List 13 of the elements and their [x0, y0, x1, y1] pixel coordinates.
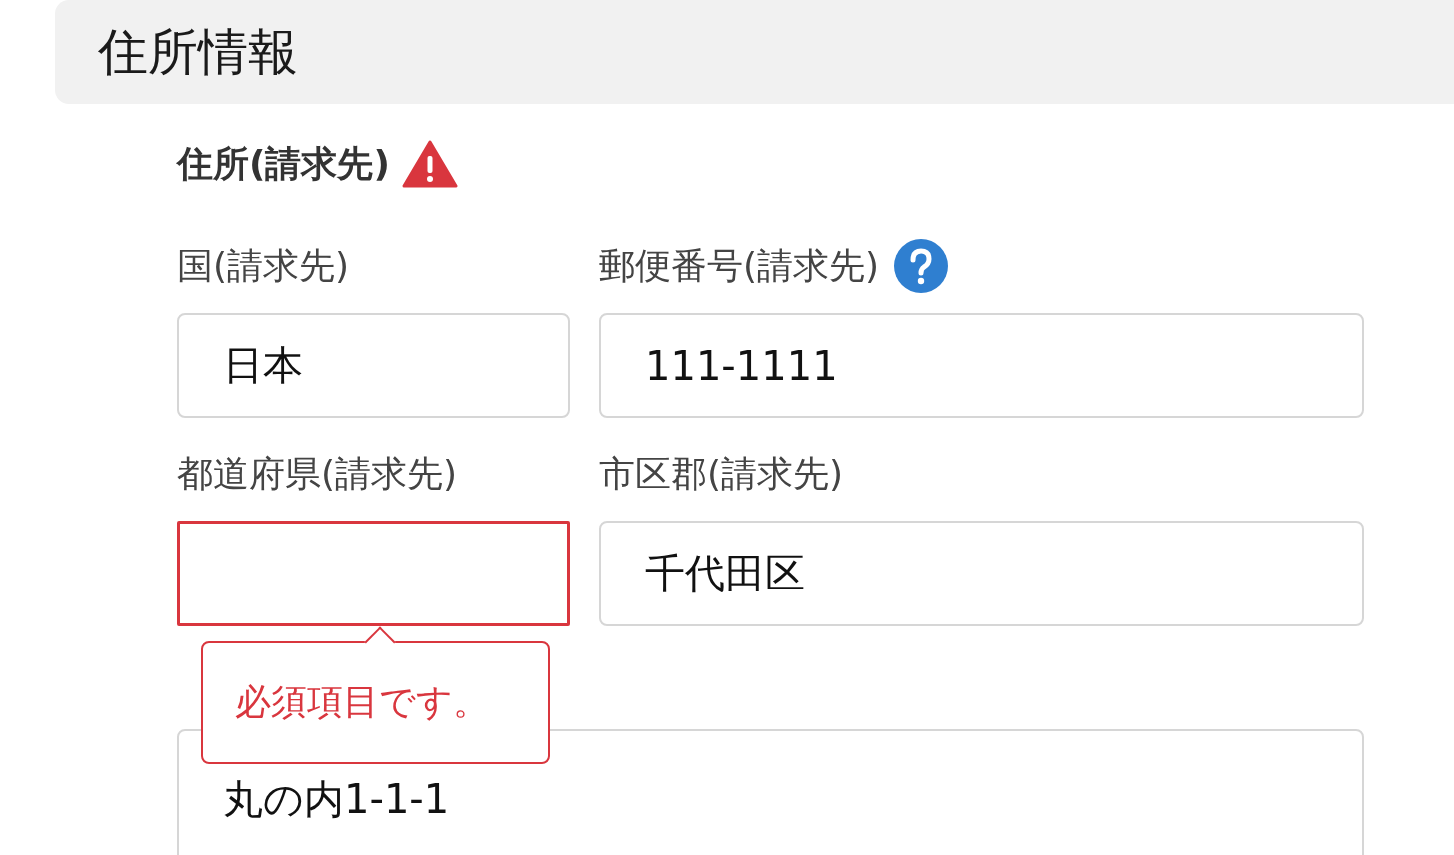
field-label: 郵便番号(請求先) [599, 243, 880, 288]
group-title: 住所(請求先) [177, 141, 390, 186]
section-title: 住所情報 [98, 22, 298, 82]
input-field[interactable]: 日本 [177, 313, 570, 418]
field-label: 国(請求先) [177, 243, 350, 288]
field-label: 都道府県(請求先) [177, 451, 458, 496]
input-field[interactable] [177, 521, 570, 626]
input-field[interactable]: 丸の内1-1-1 [177, 729, 1364, 855]
help-icon[interactable] [893, 238, 950, 294]
input-field[interactable]: 千代田区 [599, 521, 1364, 626]
input-field[interactable]: 111-1111 [599, 313, 1364, 418]
error-message: 必須項目です。 [235, 680, 489, 724]
field-label: 市区郡(請求先) [599, 451, 844, 496]
